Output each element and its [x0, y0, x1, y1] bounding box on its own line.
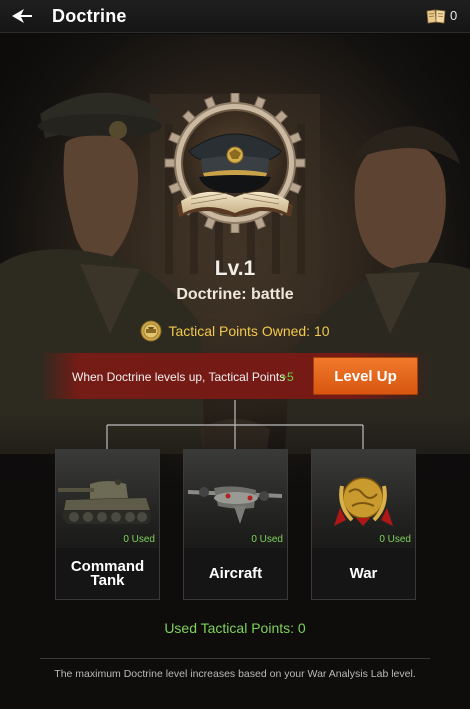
branch-name: War: [312, 548, 415, 599]
branch-image: 0 Used: [312, 450, 415, 547]
branch-used-count: 0 Used: [251, 534, 283, 545]
globe-laurel-icon: [334, 477, 393, 526]
branch-name: Command Tank: [56, 548, 159, 599]
tank-icon: [58, 479, 151, 524]
branch-used-count: 0 Used: [123, 534, 155, 545]
branch-image: 0 Used: [56, 450, 159, 547]
used-tactical-points: Used Tactical Points: 0: [164, 620, 306, 636]
branch-card-command-tank[interactable]: 0 Used Command Tank: [55, 449, 160, 600]
branch-used-count: 0 Used: [379, 534, 411, 545]
branch-connector: [106, 400, 364, 449]
aircraft-icon: [188, 486, 282, 524]
branch-image: 0 Used: [184, 450, 287, 547]
branch-name: Aircraft: [184, 548, 287, 599]
branch-card-aircraft[interactable]: 0 Used Aircraft: [183, 449, 288, 600]
divider: [40, 658, 430, 659]
footnote: The maximum Doctrine level increases bas…: [54, 668, 416, 680]
branch-card-war[interactable]: 0 Used War: [311, 449, 416, 600]
